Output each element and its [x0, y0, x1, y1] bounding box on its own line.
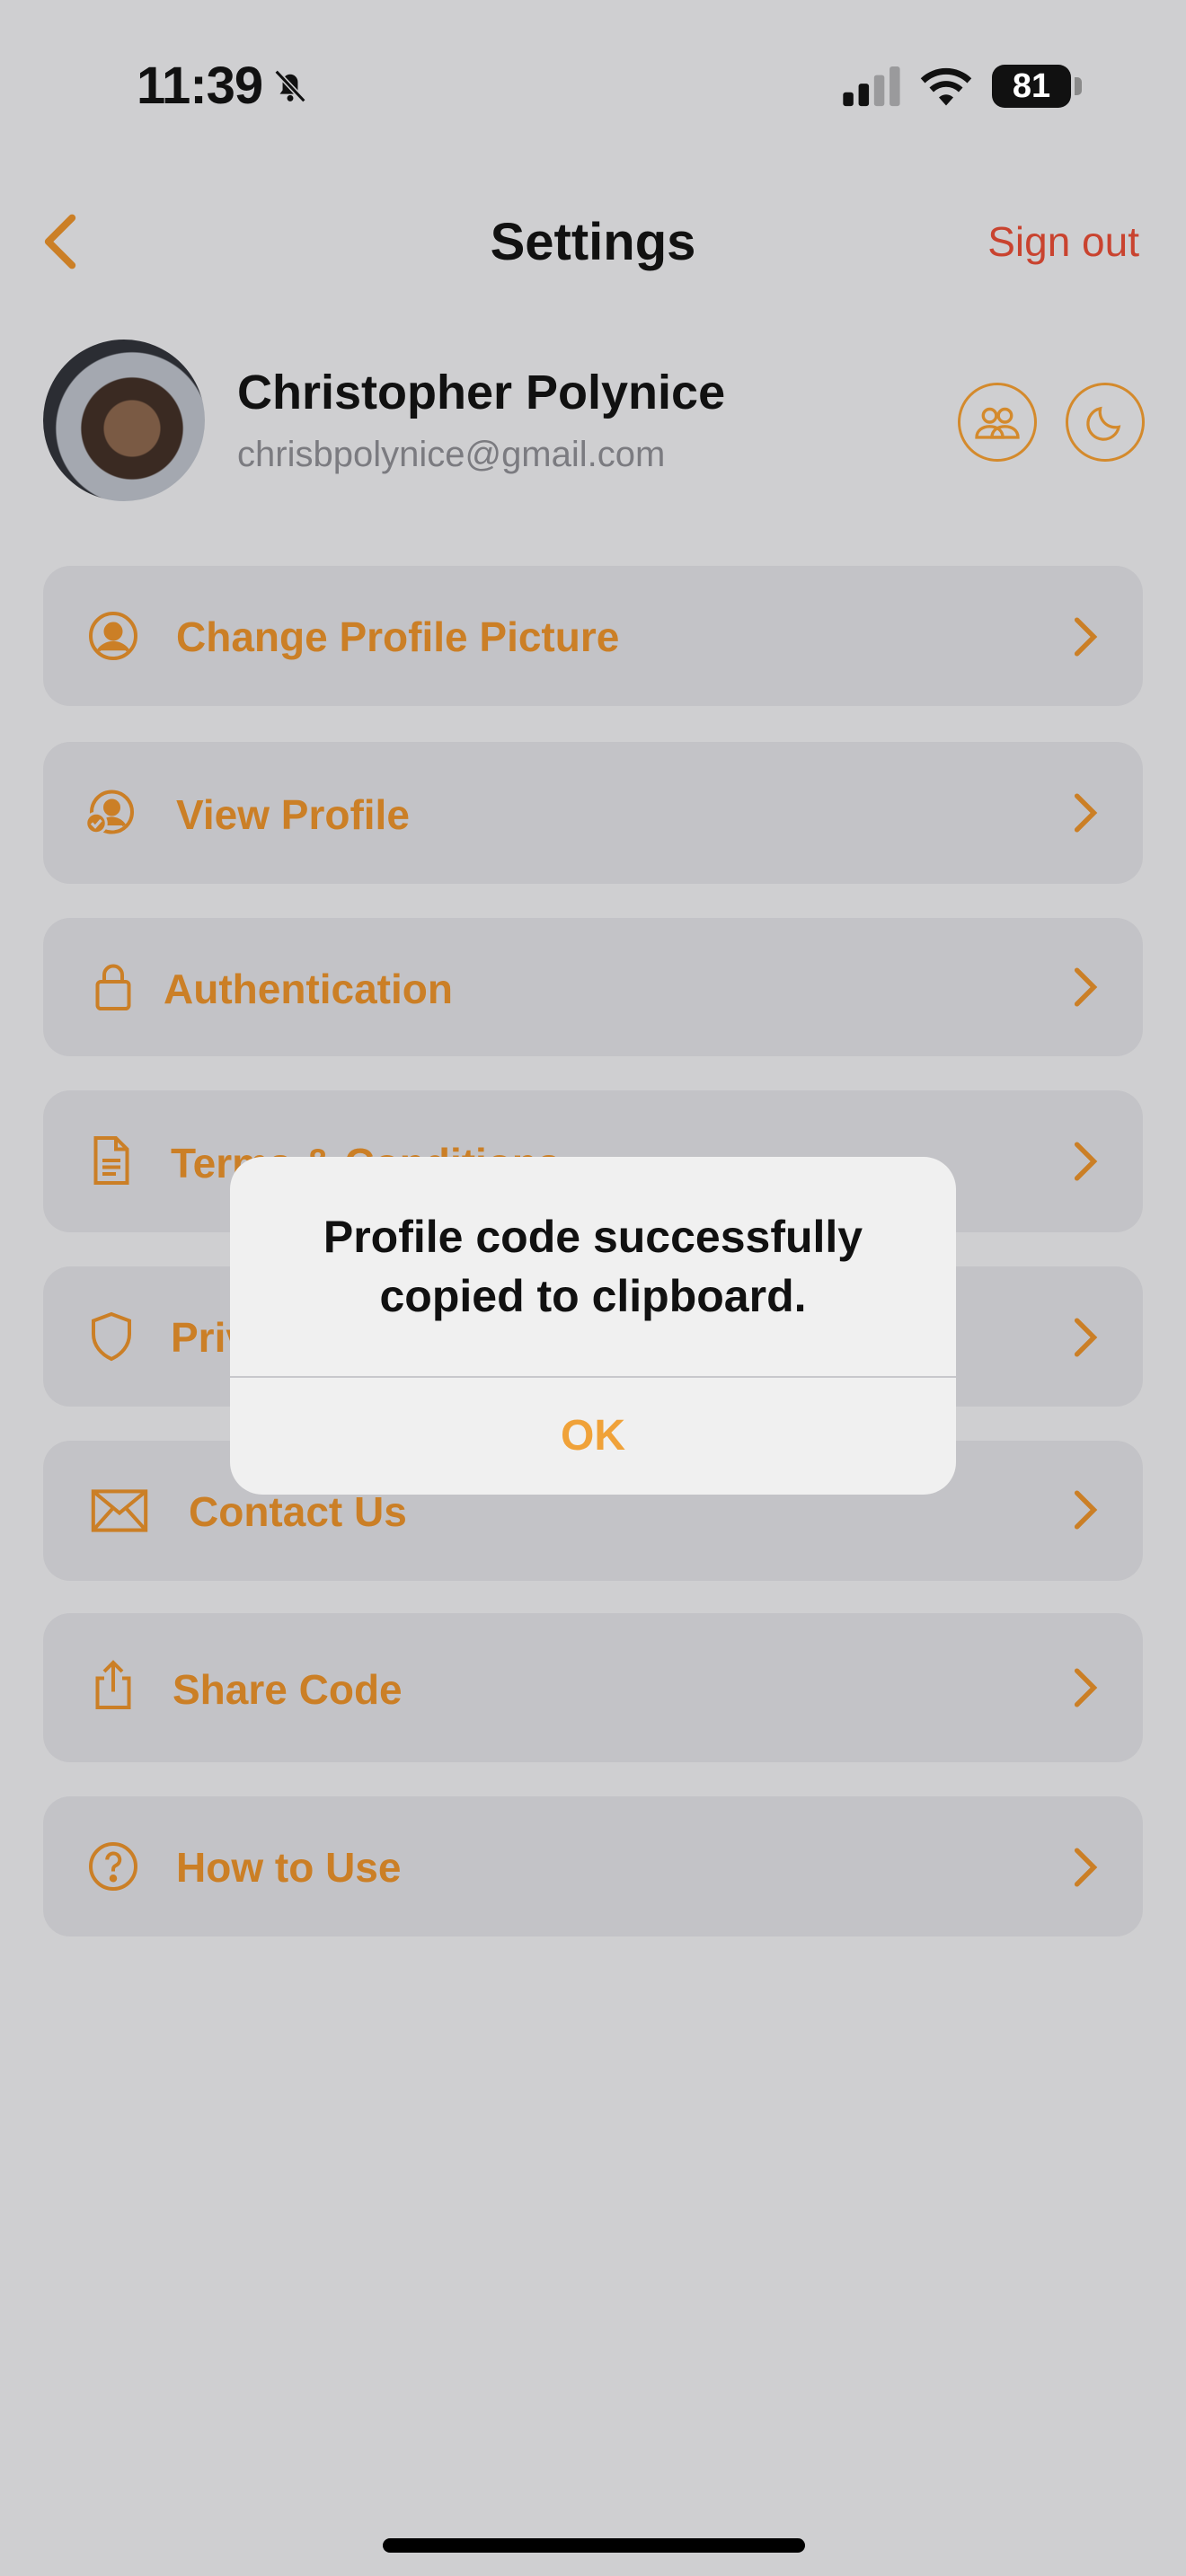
menu-label: View Profile	[176, 791, 410, 838]
home-indicator[interactable]	[383, 2538, 805, 2553]
profile-name: Christopher Polynice	[237, 366, 726, 419]
settings-screen: 11:39 81 Settings Sign out Christopher P…	[0, 0, 1186, 2576]
menu-item-view-profile[interactable]: View Profile	[43, 742, 1143, 884]
chevron-right-icon	[1074, 617, 1098, 657]
envelope-icon	[91, 1489, 148, 1532]
silent-bell-icon	[274, 69, 306, 103]
cellular-signal-icon	[843, 66, 900, 107]
chevron-right-icon	[1074, 1318, 1098, 1357]
question-circle-icon	[89, 1842, 137, 1891]
menu-label: Change Profile Picture	[176, 613, 620, 660]
menu-label: Contact Us	[189, 1488, 407, 1535]
menu-item-share-code[interactable]: Share Code	[43, 1613, 1143, 1762]
chevron-right-icon	[1074, 793, 1098, 833]
avatar	[43, 340, 205, 501]
dark-mode-button[interactable]	[1066, 383, 1145, 462]
share-icon	[95, 1660, 131, 1709]
chevron-right-icon	[1074, 1668, 1098, 1707]
chevron-right-icon	[1074, 967, 1098, 1007]
chevron-right-icon	[1074, 1490, 1098, 1530]
person-check-icon	[84, 790, 134, 835]
alert-message: Profile code successfully copied to clip…	[323, 1212, 863, 1321]
menu-item-change-profile-picture[interactable]: Change Profile Picture	[43, 566, 1143, 706]
alert-dialog: Profile code successfully copied to clip…	[230, 1157, 956, 1495]
menu-label: How to Use	[176, 1844, 402, 1891]
sign-out-button[interactable]: Sign out	[987, 217, 1139, 266]
menu-item-how-to-use[interactable]: How to Use	[43, 1796, 1143, 1936]
document-icon	[93, 1136, 129, 1185]
status-time: 11:39	[137, 57, 263, 115]
people-icon	[975, 407, 1020, 439]
menu-item-authentication[interactable]: Authentication	[43, 918, 1143, 1056]
shield-icon	[92, 1311, 131, 1362]
menu-label: Share Code	[173, 1666, 403, 1713]
battery-tip	[1075, 77, 1082, 95]
profile-email: chrisbpolynice@gmail.com	[237, 435, 666, 474]
wifi-icon	[920, 67, 972, 106]
friends-button[interactable]	[958, 383, 1037, 462]
alert-ok-button[interactable]: OK	[230, 1378, 956, 1495]
menu-label: Authentication	[164, 966, 453, 1012]
battery-level: 81	[992, 65, 1071, 108]
chevron-right-icon	[1074, 1142, 1098, 1181]
person-circle-icon	[89, 612, 137, 660]
chevron-right-icon	[1074, 1848, 1098, 1887]
moon-icon	[1086, 406, 1121, 441]
lock-icon	[95, 964, 131, 1010]
